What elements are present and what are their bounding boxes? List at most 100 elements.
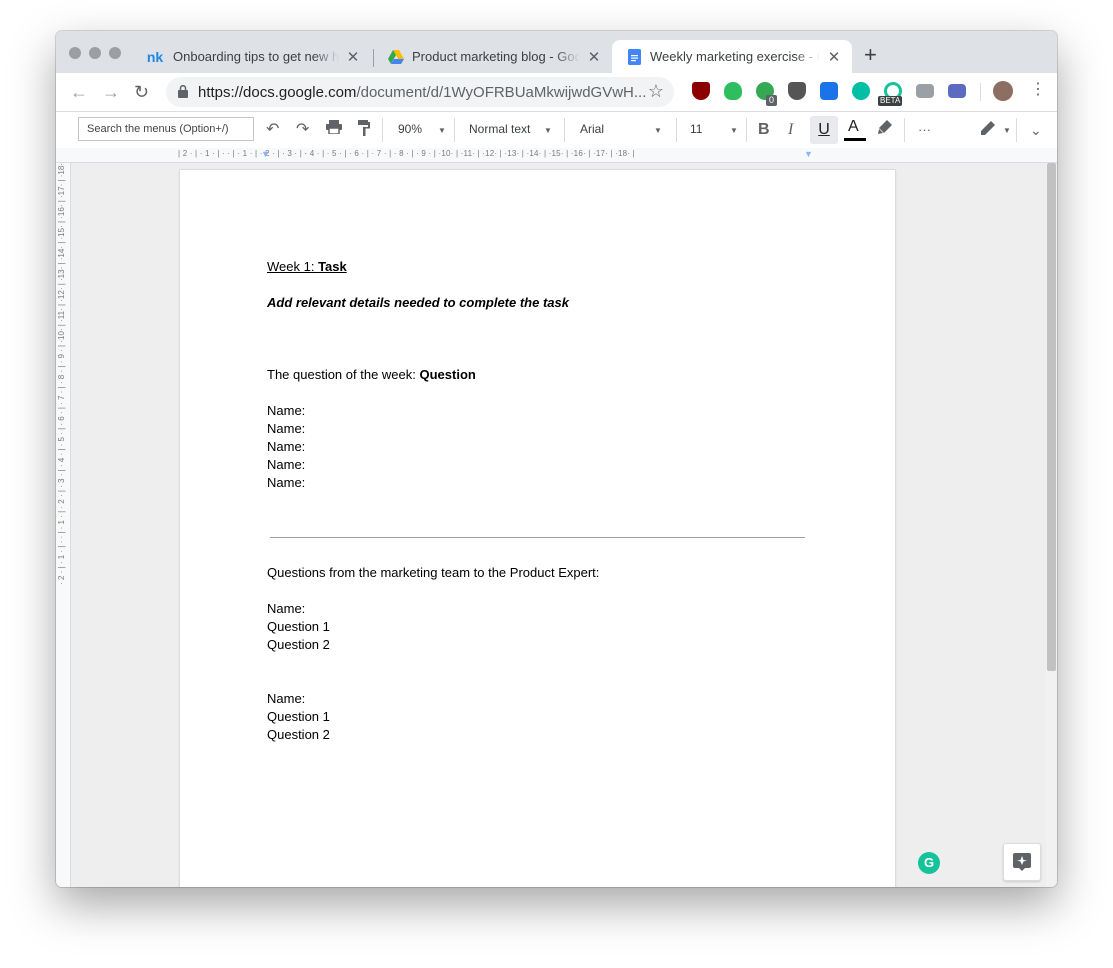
- question-of-week: The question of the week: Question: [267, 366, 599, 384]
- extension-icon[interactable]: [916, 84, 934, 98]
- url-text: https://docs.google.com/document/d/1WyOF…: [198, 84, 646, 101]
- document-page[interactable]: Week 1: Task Add relevant details needed…: [180, 170, 895, 887]
- forward-arrow-icon[interactable]: →: [102, 82, 120, 102]
- team-questions-label: Questions from the marketing team to the…: [267, 565, 600, 580]
- block2-question-1: Question 1: [267, 709, 330, 724]
- more-options-button[interactable]: ···: [918, 120, 931, 140]
- close-window-button[interactable]: [69, 47, 81, 59]
- stylus-extension-icon[interactable]: [820, 82, 838, 100]
- toolbar-divider: [454, 118, 455, 142]
- browser-window: nk Onboarding tips to get new hires ✕ Pr…: [56, 31, 1057, 887]
- grammarly-icon[interactable]: G: [918, 852, 940, 874]
- undo-icon[interactable]: ↶: [266, 120, 279, 140]
- question-prefix: The question of the week:: [267, 367, 420, 382]
- font-size-select[interactable]: 11: [690, 122, 702, 136]
- minimize-window-button[interactable]: [89, 47, 101, 59]
- text-color-swatch: [844, 138, 866, 141]
- docs-toolbar: Search the menus (Option+/) ↶ ↷ 90% ▼ No…: [56, 112, 1057, 149]
- horizontal-line: [270, 537, 805, 538]
- zoom-select[interactable]: 90%: [398, 122, 422, 136]
- print-icon[interactable]: [326, 120, 342, 140]
- redo-icon[interactable]: ↷: [296, 120, 309, 140]
- name-line: Name:: [267, 475, 306, 490]
- url-domain: https://docs.google.com: [198, 84, 357, 101]
- tab-product-marketing-blog[interactable]: Product marketing blog - Google ✕: [374, 40, 612, 73]
- drive-icon: [388, 49, 404, 65]
- tab-title: Weekly marketing exercise - Goo: [650, 49, 820, 64]
- navigation-bar: ← → ↻ https://docs.google.com/document/d…: [56, 73, 1057, 112]
- underline-button[interactable]: U: [810, 116, 838, 144]
- docs-icon: [626, 48, 642, 65]
- block2-name: Name:: [267, 691, 306, 706]
- heading-prefix: Week 1:: [267, 259, 319, 274]
- new-tab-button[interactable]: +: [864, 44, 877, 66]
- name-line: Name:: [267, 457, 306, 472]
- beta-badge: BETA: [878, 96, 903, 106]
- chevron-down-icon: ▼: [654, 126, 662, 135]
- close-tab-icon[interactable]: ✕: [586, 48, 602, 66]
- address-bar[interactable]: https://docs.google.com/document/d/1WyOF…: [166, 77, 674, 107]
- scrollbar-thumb[interactable]: [1047, 163, 1056, 671]
- chevron-down-icon: ▼: [438, 126, 446, 135]
- url-path: /document/d/1WyOFRBUaMkwijwdGVwH...: [356, 84, 647, 101]
- left-indent-marker-icon[interactable]: ▼: [261, 149, 270, 159]
- block1-name: Name:: [267, 601, 306, 616]
- ruler-ticks: · 2 · | · 1 · | · · | · 1 · | · 2 · | · …: [57, 163, 66, 585]
- paint-format-icon[interactable]: [358, 120, 370, 142]
- toolbar-divider: [564, 118, 565, 142]
- paragraph-style-select[interactable]: Normal text: [469, 122, 530, 136]
- mercury-extension-icon[interactable]: [852, 82, 870, 100]
- profile-avatar[interactable]: [993, 81, 1013, 101]
- lock-icon: [178, 84, 188, 103]
- name-line: Name:: [267, 421, 306, 436]
- horizontal-ruler[interactable]: | 2 · | · 1 · | · · | · 1 · | · 2 · | · …: [56, 148, 1057, 163]
- back-arrow-icon[interactable]: ←: [70, 82, 88, 102]
- extension-badge-count: 0: [766, 95, 778, 106]
- ruler-ticks: | 2 · | · 1 · | · · | · 1 · | · 2 · | · …: [178, 149, 635, 158]
- italic-button[interactable]: I: [788, 120, 793, 140]
- explore-icon: [1013, 853, 1031, 871]
- collapse-chevron-icon[interactable]: ⌄: [1030, 120, 1042, 140]
- toolbar-divider: [904, 118, 905, 142]
- name-line: Name:: [267, 439, 306, 454]
- block2-question-2: Question 2: [267, 727, 330, 742]
- tab-title: Onboarding tips to get new hires: [173, 49, 339, 64]
- toolbar-divider: [1016, 118, 1017, 142]
- toolbar-divider: [746, 118, 747, 142]
- name-line: Name:: [267, 403, 306, 418]
- text-color-button[interactable]: A: [848, 117, 859, 137]
- highlight-pen-icon[interactable]: [878, 120, 892, 140]
- doc-subheading: Add relevant details needed to complete …: [267, 295, 569, 310]
- pocket-extension-icon[interactable]: [788, 82, 806, 100]
- evernote-extension-icon[interactable]: [724, 82, 742, 100]
- chevron-down-icon: ▼: [1003, 126, 1011, 135]
- toolbar-divider: [382, 118, 383, 142]
- reload-icon[interactable]: ↻: [134, 82, 149, 102]
- maximize-window-button[interactable]: [109, 47, 121, 59]
- screenshot-extension-icon[interactable]: [948, 84, 966, 98]
- editing-mode-pencil-icon[interactable]: [980, 120, 996, 142]
- browser-menu-icon[interactable]: ⋮: [1030, 81, 1046, 99]
- close-tab-icon[interactable]: ✕: [826, 48, 842, 66]
- tab-title: Product marketing blog - Google: [412, 49, 580, 64]
- tab-strip: nk Onboarding tips to get new hires ✕ Pr…: [56, 31, 1057, 73]
- document-body[interactable]: Week 1: Task Add relevant details needed…: [267, 258, 599, 744]
- vertical-ruler: · 2 · | · 1 · | · · | · 1 · | · 2 · | · …: [56, 163, 71, 887]
- doc-heading: Week 1: Task: [267, 258, 599, 276]
- bold-button[interactable]: B: [758, 120, 770, 140]
- close-tab-icon[interactable]: ✕: [345, 48, 361, 66]
- question-bold: Question: [419, 367, 476, 382]
- tab-onboarding[interactable]: nk Onboarding tips to get new hires ✕: [131, 40, 371, 73]
- block1-question-2: Question 2: [267, 637, 330, 652]
- toolbar-separator: [980, 83, 981, 101]
- tab-weekly-marketing-exercise[interactable]: Weekly marketing exercise - Goo ✕: [612, 40, 852, 73]
- menu-search-input[interactable]: Search the menus (Option+/): [78, 117, 254, 141]
- ublock-extension-icon[interactable]: [692, 82, 710, 100]
- bookmark-star-icon[interactable]: ☆: [648, 81, 664, 102]
- block1-question-1: Question 1: [267, 619, 330, 634]
- right-indent-marker-icon[interactable]: ▼: [804, 149, 813, 159]
- nk-favicon-icon: nk: [146, 48, 164, 65]
- explore-button[interactable]: [1003, 843, 1041, 881]
- font-select[interactable]: Arial: [580, 122, 604, 136]
- vertical-scrollbar[interactable]: [1046, 163, 1057, 887]
